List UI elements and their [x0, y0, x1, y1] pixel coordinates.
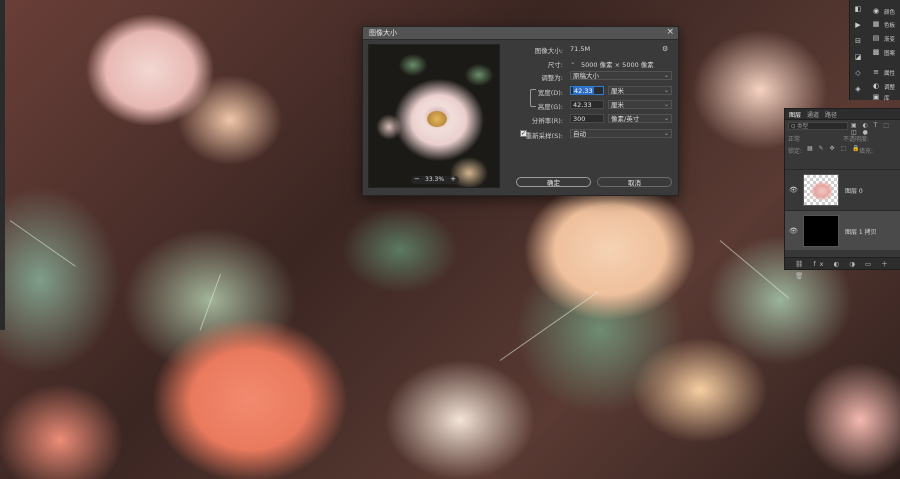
layer-name: 图层 1 拷贝 [845, 229, 877, 236]
dialog-title: 图像大小 [369, 29, 397, 37]
fit-to-value: 原稿大小 [573, 72, 599, 80]
dialog-titlebar[interactable]: 图像大小 × [363, 27, 678, 40]
layer-row-selected[interactable]: 👁 图层 1 拷贝 [785, 210, 900, 250]
adjustments-icon[interactable]: ◐ [870, 81, 882, 91]
zoom-value: 33.3% [425, 176, 445, 183]
height-label: 高度(G): [537, 103, 563, 111]
tab-channels[interactable]: 通道 [807, 110, 819, 119]
height-input[interactable]: 42.33 [570, 100, 604, 109]
image-size-label: 图像大小: [534, 47, 563, 55]
pattern-icon[interactable]: ▩ [870, 47, 882, 57]
layer-thumbnail [803, 215, 839, 247]
leaf-vein [499, 291, 599, 361]
chevron-down-icon: ⌄ [663, 115, 669, 122]
dimensions-label: 尺寸: [547, 61, 563, 69]
height-unit: 厘米 [611, 101, 624, 109]
fit-to-select[interactable]: 原稿大小 ⌄ [570, 71, 672, 80]
tool-icon[interactable]: ◧ [852, 4, 864, 14]
chevron-down-icon: ⌄ [663, 101, 669, 108]
gear-icon[interactable]: ⚙ [662, 45, 668, 53]
panel-label-color[interactable]: 颜色 [884, 8, 895, 16]
layer-thumbnail [803, 174, 839, 206]
leaf-vein [9, 220, 76, 267]
close-icon[interactable]: × [666, 27, 674, 37]
width-value: 42.33 [573, 87, 594, 95]
gradient-icon[interactable]: ▤ [870, 33, 882, 43]
height-unit-select[interactable]: 厘米 ⌄ [608, 100, 672, 109]
panel-label-libraries[interactable]: 库 [884, 94, 890, 102]
panel-label-adjustments[interactable]: 调整 [884, 83, 895, 91]
chevron-down-icon: ⌄ [663, 130, 669, 137]
right-panel-dock: ◧ ▶ ⊟ ◪ ◇ ◈ ◉ 颜色 ▦ 色板 ▤ 渐变 ▩ 图案 ≡ 属性 ◐ 调… [849, 0, 900, 102]
height-value: 42.33 [573, 101, 592, 109]
properties-icon[interactable]: ≡ [870, 67, 882, 77]
resolution-unit-select[interactable]: 像素/英寸 ⌄ [608, 114, 672, 123]
chevron-down-icon: ⌄ [663, 87, 669, 94]
zoom-out-button[interactable]: − [414, 175, 420, 183]
blend-mode-select[interactable]: 正常 [788, 134, 800, 143]
layers-panel: 图层 通道 路径 Q 类型 ▣ ◐ T ⬚ ◫ ● 正常 不透明度: 锁定: ▦… [784, 108, 900, 280]
resample-label: 重新采样(S): [525, 132, 563, 140]
panel-label-swatches[interactable]: 色板 [884, 21, 895, 29]
dimensions-value: 5000 像素 × 5000 像素 [581, 61, 654, 69]
layer-row[interactable]: 👁 图层 0 [785, 169, 900, 209]
resolution-input[interactable]: 300 [570, 114, 604, 123]
fit-to-label: 调整为: [541, 74, 563, 82]
chevron-down-icon: ⌄ [663, 72, 669, 79]
layer-name: 图层 0 [845, 188, 863, 195]
left-toolbar-edge [0, 0, 5, 330]
image-size-dialog: 图像大小 × − 33.3% + ⚙ 图像大小: 71.5M 尺寸: ⌄ 500… [362, 26, 679, 196]
swatches-icon[interactable]: ▦ [870, 19, 882, 29]
eye-icon[interactable]: 👁 [789, 186, 798, 194]
tool-icon[interactable]: ⊟ [852, 36, 864, 46]
tab-paths[interactable]: 路径 [825, 110, 837, 119]
resample-select[interactable]: 自动 ⌄ [570, 129, 672, 138]
layer-filter-search[interactable]: Q 类型 [788, 122, 848, 130]
tool-icon[interactable]: ◈ [852, 84, 864, 94]
resolution-unit: 像素/英寸 [611, 115, 640, 123]
image-size-value: 71.5M [570, 45, 591, 53]
resolution-label: 分辨率(R): [531, 117, 563, 125]
resample-value: 自动 [573, 130, 586, 138]
opacity-label: 不透明度: [843, 136, 870, 143]
layers-panel-footer[interactable]: ⛓ fx ◐ ◑ ▭ ＋ 🗑 [785, 257, 900, 280]
tool-icon[interactable]: ◪ [852, 52, 864, 62]
panel-label-properties[interactable]: 属性 [884, 69, 895, 77]
zoom-in-button[interactable]: + [450, 175, 456, 183]
dimensions-dropdown-icon[interactable]: ⌄ [570, 58, 575, 66]
cancel-button[interactable]: 取消 [597, 177, 672, 187]
resolution-value: 300 [573, 115, 586, 123]
libraries-icon[interactable]: ▣ [870, 92, 882, 102]
width-label: 宽度(D): [537, 89, 563, 97]
lock-label: 锁定: [788, 148, 803, 155]
lock-icons[interactable]: ▦ ✎ ✥ ⬚ 🔒 [807, 145, 862, 152]
panel-label-gradient[interactable]: 渐变 [884, 35, 895, 43]
tool-icon[interactable]: ▶ [852, 20, 864, 30]
layer-filter-label: Q 类型 [791, 124, 809, 130]
width-input[interactable]: 42.33 [570, 86, 604, 95]
panel-label-pattern[interactable]: 图案 [884, 49, 895, 57]
color-icon[interactable]: ◉ [870, 6, 882, 16]
preview-flower-center [427, 111, 447, 127]
width-unit: 厘米 [611, 87, 624, 95]
tool-icon[interactable]: ◇ [852, 68, 864, 78]
preview-zoom-control: − 33.3% + [411, 175, 459, 184]
fill-label: 填充: [859, 148, 874, 155]
layers-panel-tabs: 图层 通道 路径 [785, 109, 900, 120]
leaf-vein [199, 273, 221, 331]
image-preview[interactable]: − 33.3% + [368, 44, 500, 188]
tab-layers[interactable]: 图层 [789, 110, 801, 119]
width-unit-select[interactable]: 厘米 ⌄ [608, 86, 672, 95]
ok-button[interactable]: 确定 [516, 177, 591, 187]
leaf-vein [719, 240, 790, 299]
eye-icon[interactable]: 👁 [789, 227, 798, 235]
